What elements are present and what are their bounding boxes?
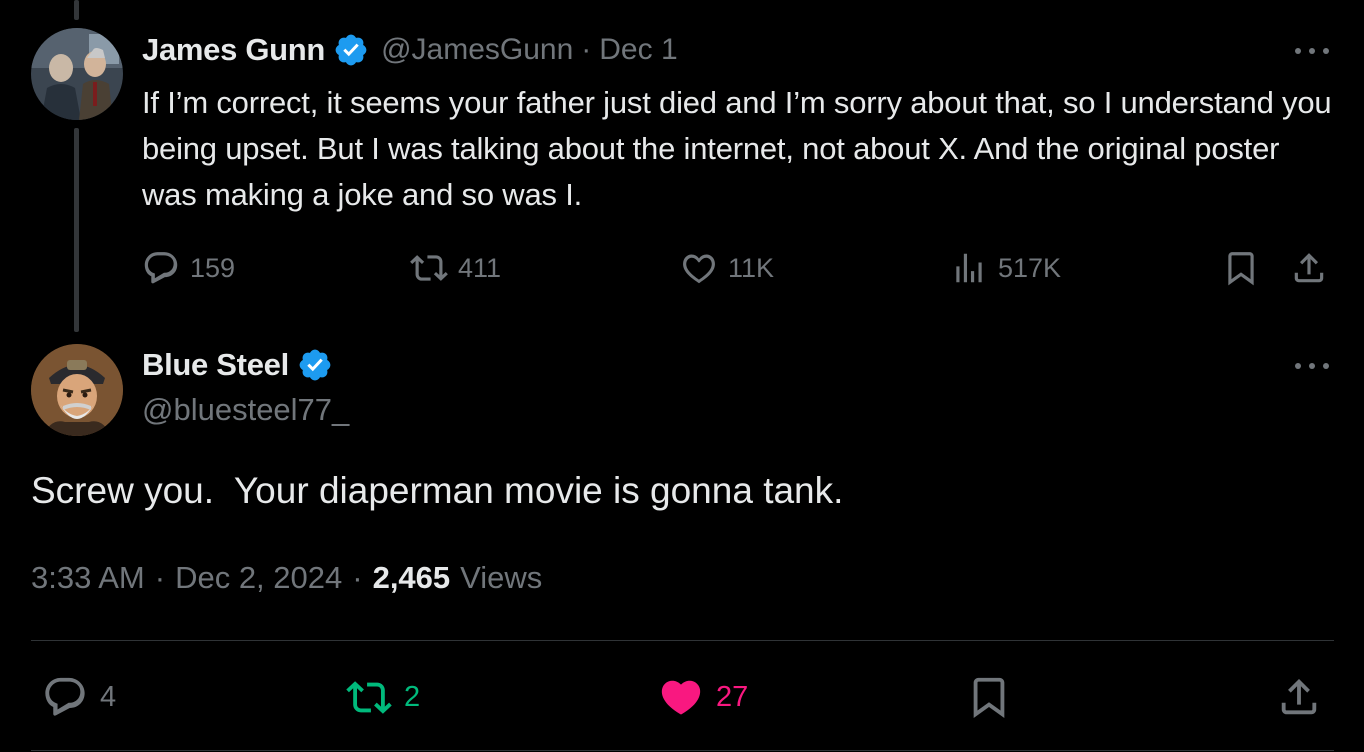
bookmark-button[interactable] <box>1222 246 1260 290</box>
share-icon <box>1281 678 1317 715</box>
separator: · <box>581 33 592 66</box>
retweet-count: 411 <box>458 252 502 283</box>
bookmark-button[interactable] <box>966 672 1012 722</box>
share-button[interactable] <box>1290 246 1328 290</box>
reply-button[interactable]: 159 <box>142 246 235 290</box>
like-count: 27 <box>716 680 749 713</box>
reply-button[interactable]: 4 <box>42 672 116 722</box>
share-button[interactable] <box>1276 672 1322 722</box>
tweet-meta: 3:33 AM · Dec 2, 2024 · 2,465 Views <box>31 560 542 596</box>
author-name[interactable]: Blue Steel <box>142 347 289 383</box>
author-name[interactable]: James Gunn <box>142 32 325 68</box>
share-icon <box>1294 253 1324 283</box>
reply-icon <box>45 677 85 716</box>
views-count: 517K <box>998 252 1062 283</box>
views-count: 2,465 <box>372 560 451 595</box>
separator: · <box>352 560 363 595</box>
main-tweet-header: Blue Steel <box>142 344 345 386</box>
retweet-icon <box>346 681 392 714</box>
retweet-button[interactable]: 2 <box>346 672 420 722</box>
like-count: 11K <box>728 252 775 283</box>
like-icon <box>683 254 715 284</box>
reply-count: 159 <box>190 252 236 283</box>
tweet-thread: James Gunn @JamesGunn · Dec 1 If I’m cor… <box>0 0 1364 752</box>
tweet-date[interactable]: Dec 1 <box>599 33 677 67</box>
retweet-button[interactable]: 411 <box>410 246 501 290</box>
divider <box>31 640 1334 641</box>
avatar-james-gunn[interactable] <box>31 28 123 120</box>
author-handle[interactable]: @bluesteel77_ <box>142 392 349 428</box>
retweet-icon <box>410 255 448 281</box>
bookmark-icon <box>1228 252 1254 286</box>
reply-count: 4 <box>100 680 117 713</box>
reply-icon <box>144 252 178 284</box>
views-label: Views <box>460 560 543 595</box>
main-tweet-text: Screw you. Your diaperman movie is gonna… <box>31 470 844 511</box>
author-handle[interactable]: @JamesGunn <box>381 33 573 67</box>
retweet-count: 2 <box>404 680 421 713</box>
thread-line <box>74 0 79 20</box>
divider <box>31 750 1334 751</box>
like-button[interactable]: 27 <box>658 672 748 722</box>
verified-icon <box>333 32 369 68</box>
separator: · <box>154 560 166 595</box>
tweet-time[interactable]: 3:33 AM <box>31 560 145 596</box>
bookmark-icon <box>973 677 1005 718</box>
reply-tweet-header: James Gunn @JamesGunn · Dec 1 <box>142 30 678 70</box>
thread-line <box>74 128 79 332</box>
tweet-date[interactable]: Dec 2, 2024 <box>175 560 342 596</box>
views-icon <box>956 253 982 283</box>
reply-tweet-text: If I’m correct, it seems your father jus… <box>142 85 1332 212</box>
like-icon <box>661 680 701 715</box>
more-icon[interactable] <box>1292 351 1332 381</box>
verified-icon <box>297 347 333 383</box>
like-button[interactable]: 11K <box>680 246 774 290</box>
avatar-blue-steel[interactable] <box>31 344 123 436</box>
views-button[interactable]: 517K <box>950 246 1061 290</box>
more-icon[interactable] <box>1292 36 1332 66</box>
